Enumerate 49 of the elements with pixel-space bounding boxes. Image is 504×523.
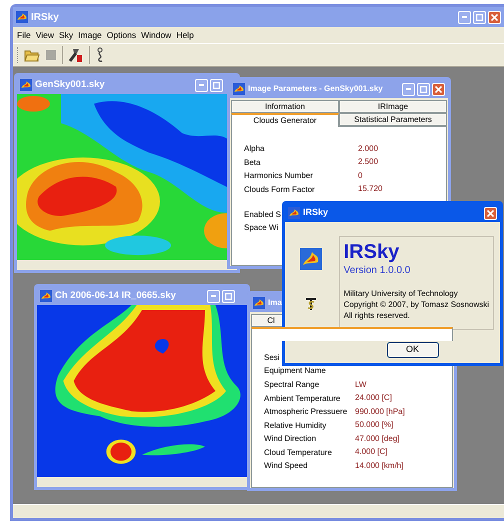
field-label: Beta — [244, 158, 260, 166]
version-text: Version 1.0.0.0 — [344, 264, 412, 278]
field-value: 2.000 — [358, 142, 378, 155]
field-value: LW — [355, 378, 366, 391]
field-value: 14.000 [km/h] — [355, 460, 404, 472]
field-label: Clouds Form Factor — [244, 184, 315, 194]
tab[interactable]: Clouds Generator — [231, 113, 339, 127]
field-value: 24.000 [C] — [355, 392, 392, 404]
menu-item[interactable]: Sky — [56, 28, 76, 42]
window-title: Image Parameters - GenSky001.sky — [248, 83, 383, 95]
field-label: Sesi — [264, 352, 280, 364]
menu-item[interactable]: Image — [76, 28, 104, 42]
field-label: Relative Humidity — [264, 420, 326, 430]
ok-button[interactable]: OK — [386, 342, 438, 358]
window-title: IRSky — [31, 10, 59, 24]
field-label: Ambient Temperature — [264, 394, 340, 402]
field-label: Atmospheric Pressuere — [264, 407, 348, 416]
field-label: Harmonics Number — [244, 171, 313, 180]
menu-item[interactable]: Options — [104, 28, 138, 42]
field-label: Space Wi — [244, 222, 278, 234]
field-label: Cloud Temperature — [264, 448, 332, 456]
menu-item[interactable]: View — [34, 28, 56, 42]
field-value: 990.000 [hPa] — [355, 406, 405, 418]
about-text: All rights reserved. — [344, 310, 411, 321]
field-label: Wind Direction — [264, 434, 316, 443]
tab[interactable]: IRImage — [339, 100, 447, 113]
tab[interactable]: Information — [231, 100, 339, 113]
field-value: 47.000 [deg] — [355, 432, 400, 445]
window-title: Ima — [268, 297, 282, 309]
product-name: IRSky — [344, 241, 400, 263]
field-label: Spectral Range — [264, 380, 320, 389]
field-value: 2.500 — [358, 156, 378, 168]
field-value: 50.000 [%] — [355, 419, 394, 432]
field-label: Wind Speed — [264, 461, 308, 470]
field-value: 4.000 [C] — [355, 446, 388, 458]
field-label: Enabled S — [244, 208, 281, 221]
window-title: Ch 2006-06-14 IR_0665.sky — [55, 288, 176, 303]
field-label: Equipment Name — [264, 365, 326, 378]
field-value: 0 — [358, 170, 362, 182]
menu-item[interactable]: File — [15, 28, 33, 42]
window-title: GenSky001.sky — [35, 78, 105, 92]
field-value: 15.720 — [358, 183, 382, 196]
menu-item[interactable]: Window — [139, 28, 174, 42]
about-text: Military University of Technology — [344, 288, 459, 299]
about-text: Copyright © 2007, by Tomasz Sosnowski — [344, 299, 489, 310]
field-label: Alpha — [244, 144, 264, 153]
tab[interactable]: Statistical Parameters — [339, 113, 447, 126]
window-title: IRSky — [303, 206, 328, 220]
menu-item[interactable]: Help — [174, 28, 196, 42]
